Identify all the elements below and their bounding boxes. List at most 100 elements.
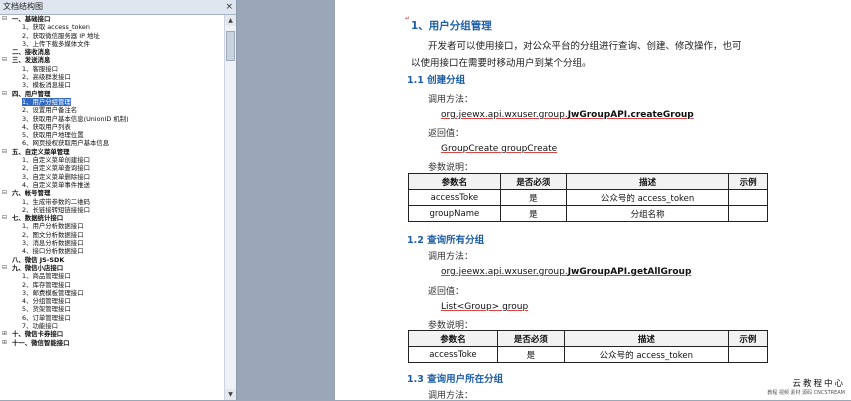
params-label: 参数说明：: [428, 163, 474, 173]
tree-item-label: 1、商品管理接口: [22, 272, 71, 281]
get-all-group-params-table: 参数名 是否必须 描述 示例 accessToke 是公众号的 access_token: [408, 330, 769, 363]
table-cell: 公众号的 access_token: [563, 346, 729, 363]
scroll-down-arrow-icon[interactable]: ▼: [225, 389, 236, 400]
tree-item[interactable]: 1、商品管理接口: [0, 272, 224, 280]
tree-item-label: 1、用户分组管理: [22, 97, 71, 106]
document-map-pane: 文档结构图 × ⊟ 一、基础接口 1、获取 access_token 2、获取微信服务…: [0, 0, 237, 400]
tree-item[interactable]: 1、客服接口: [0, 65, 224, 73]
table-cell: [728, 205, 768, 222]
calling-method-label: 调用方法：: [428, 391, 474, 401]
tree-item[interactable]: ⊞ 十、微信卡券接口: [0, 330, 224, 338]
tree-item-label: 二、接收消息: [12, 48, 51, 57]
paragraph-mark: ↵: [405, 15, 411, 22]
tree-item-label: 3、消息分析数据接口: [22, 239, 84, 248]
table-cell: 分组名称: [565, 205, 730, 222]
tree-item[interactable]: ⊟ 六、帐号管理: [0, 189, 224, 197]
table-cell: [727, 346, 769, 363]
expander-icon[interactable]: ⊟: [2, 90, 7, 98]
tree-item[interactable]: ⊟ 三、发送消息: [0, 56, 224, 64]
tree-item[interactable]: 3、模板消息接口: [0, 81, 224, 89]
tree-item[interactable]: ⊟ 九、微信小店接口: [0, 264, 224, 272]
tree-item[interactable]: ⊞ 十一、微信智能接口: [0, 339, 224, 347]
watermark-name: 云教程中心: [792, 379, 845, 389]
tree-item[interactable]: 1、获取 access_token: [0, 23, 224, 31]
scrollbar[interactable]: ▲ ▼: [224, 15, 236, 400]
intro-line-1: 开发者可以使用接口，对公众平台的分组进行查询、创建、修改操作，也可: [428, 41, 742, 52]
scrollbar-thumb[interactable]: [226, 31, 235, 61]
close-icon[interactable]: ×: [225, 0, 233, 14]
tree-item[interactable]: 2、长链接转短链接接口: [0, 206, 224, 214]
tree-item[interactable]: 八、微信 JS-SDK: [0, 256, 224, 264]
table-cell: accessToke: [408, 189, 501, 206]
table-header-cell: 示例: [727, 330, 769, 347]
tree-item-label: 6、网页授权获取用户基本信息: [22, 139, 110, 148]
tree-item-label: 5、货架管理接口: [22, 305, 71, 314]
tree-item[interactable]: 2、自定义菜单查询接口: [0, 164, 224, 172]
tree-item[interactable]: 3、邮费模板管理接口: [0, 289, 224, 297]
tree-item[interactable]: 3、上传下载多媒体文件: [0, 40, 224, 48]
tree-item-label: 4、接口分析数据接口: [22, 247, 84, 256]
table-header-cell: 参数名: [408, 173, 501, 190]
expander-icon[interactable]: ⊟: [2, 214, 7, 222]
return-type: GroupCreate groupCreate: [441, 144, 558, 154]
table-cell: 是: [496, 346, 565, 363]
tree-item[interactable]: 1、用户分析数据接口: [0, 222, 224, 230]
tree-item[interactable]: 2、库存管理接口: [0, 281, 224, 289]
tree-item-label: 1、获取 access_token: [22, 23, 90, 32]
expander-icon[interactable]: ⊟: [2, 189, 7, 197]
tree-item[interactable]: 1、生成带参数的二维码: [0, 198, 224, 206]
tree-item-label: 2、获取微信服务器 IP 地址: [22, 31, 100, 40]
table-header-cell: 示例: [728, 173, 768, 190]
tree-item[interactable]: 5、货架管理接口: [0, 305, 224, 313]
tree-item-label: 四、用户管理: [12, 89, 51, 98]
tree-item-label: 2、设置用户备注名: [22, 106, 78, 115]
tree-item[interactable]: 2、设置用户备注名: [0, 106, 224, 114]
tree-item-label: 5、获取用户地理位置: [22, 131, 84, 140]
tree-item-label: 1、自定义菜单创建接口: [22, 156, 90, 165]
table-cell: 是: [499, 189, 567, 206]
table-row: accessToke 是公众号的 access_token: [408, 189, 768, 206]
tree-item[interactable]: ⊟ 五、自定义菜单管理: [0, 148, 224, 156]
tree-item-label: 五、自定义菜单管理: [12, 147, 70, 156]
expander-icon[interactable]: ⊞: [2, 339, 7, 347]
tree-item-label: 六、帐号管理: [12, 189, 51, 198]
get-all-group-method: org.jeewx.api.wxuser.group.JwGroupAPI.ge…: [441, 267, 691, 277]
tree-item[interactable]: 3、自定义菜单删除接口: [0, 173, 224, 181]
return-type: List<Group> group: [441, 302, 529, 312]
expander-icon[interactable]: ⊟: [2, 56, 7, 64]
tree-item[interactable]: 3、获取用户基本信息(UnionID 机制): [0, 115, 224, 123]
tree-item-label: 九、微信小店接口: [12, 263, 64, 272]
tree-item-label: 七、数据统计接口: [12, 214, 64, 223]
tree-item-label: 6、订单管理接口: [22, 313, 71, 322]
return-value-label: 返回值：: [428, 287, 465, 297]
expander-icon[interactable]: ⊞: [2, 330, 7, 338]
table-header-cell: 描述: [563, 330, 729, 347]
tree-item-label: 2、长链接转短链接接口: [22, 205, 90, 214]
tree-item[interactable]: 2、图文分析数据接口: [0, 231, 224, 239]
tree-item[interactable]: 4、接口分析数据接口: [0, 247, 224, 255]
tree-item[interactable]: 2、获取微信服务器 IP 地址: [0, 32, 224, 40]
scroll-up-arrow-icon[interactable]: ▲: [225, 15, 236, 26]
tree-item-label: 4、分组管理接口: [22, 297, 71, 306]
tree-item[interactable]: ⊟ 四、用户管理: [0, 90, 224, 98]
table-header-cell: 是否必须: [496, 330, 565, 347]
workspace-background: [237, 0, 335, 400]
tree-item-label: 十、微信卡券接口: [12, 330, 64, 339]
table-row: accessToke 是公众号的 access_token: [408, 346, 769, 363]
expander-icon[interactable]: ⊟: [2, 15, 7, 23]
intro-line-2: 以使用接口在需要时移动用户到某个分组。: [411, 58, 592, 69]
document-page[interactable]: ↵ 1、用户分组管理 开发者可以使用接口，对公众平台的分组进行查询、创建、修改操…: [335, 0, 851, 401]
tree-item[interactable]: 4、获取用户列表: [0, 123, 224, 131]
heading-create-group: 1.1 创建分组: [407, 75, 466, 86]
tree-item[interactable]: 4、自定义菜单事件推送: [0, 181, 224, 189]
tree-item-label: 3、模板消息接口: [22, 81, 71, 90]
tree-item[interactable]: 6、网页授权获取用户基本信息: [0, 139, 224, 147]
tree-item[interactable]: 6、订单管理接口: [0, 314, 224, 322]
tree-item-label: 1、客服接口: [22, 64, 59, 73]
tree-item-label: 三、发送消息: [12, 56, 51, 65]
table-row: groupName 是分组名称: [408, 205, 768, 222]
expander-icon[interactable]: ⊟: [2, 264, 7, 272]
table-cell: groupName: [408, 205, 501, 222]
tree-item-label: 7、功能接口: [22, 321, 59, 330]
expander-icon[interactable]: ⊟: [2, 148, 7, 156]
